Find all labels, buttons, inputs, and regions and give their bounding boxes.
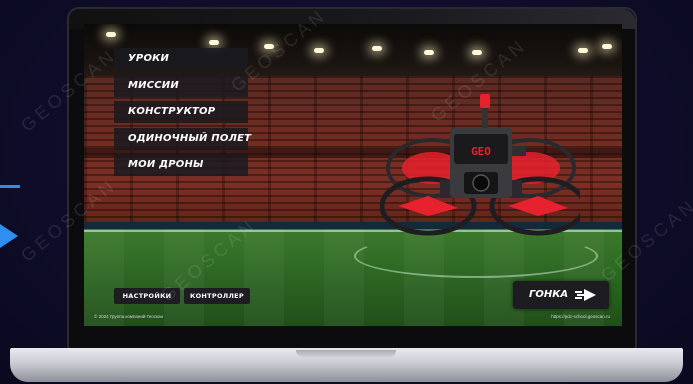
app-screen: УРОКИ МИССИИ КОНСТРУКТОР ОДИНОЧНЫЙ ПОЛЕТ… [84,24,622,326]
menu-item-my-drones[interactable]: МОИ ДРОНЫ [114,154,248,176]
menu-item-single-flight[interactable]: ОДИНОЧНЫЙ ПОЛЕТ [114,127,251,150]
flood-light [372,46,382,51]
flood-light [578,48,588,53]
flood-light [106,32,116,37]
main-menu: УРОКИ МИССИИ КОНСТРУКТОР ОДИНОЧНЫЙ ПОЛЕТ… [114,48,251,181]
drone-image: GEO [380,94,580,236]
arrow-right-icon [575,289,596,301]
race-button-label: ГОНКА [529,289,569,300]
flood-light [424,50,434,55]
menu-item-lessons[interactable]: УРОКИ [114,48,248,70]
drone-prop-front-left [398,196,458,216]
drone-display-text: GEO [471,145,491,158]
settings-button[interactable]: НАСТРОЙКИ [114,288,180,304]
drone-antenna [482,106,488,128]
flood-light [472,50,482,55]
menu-item-constructor[interactable]: КОНСТРУКТОР [114,101,248,123]
controller-button[interactable]: КОНТРОЛЛЕР [184,288,250,304]
race-button[interactable]: ГОНКА [513,281,609,309]
drone-prop-front-right [508,196,568,216]
laptop-base-notch [296,350,396,357]
flood-light [264,44,274,49]
flood-light [602,44,612,49]
side-accent-line [0,185,20,188]
menu-item-missions[interactable]: МИССИИ [114,74,248,97]
footer-url-link[interactable]: https://pdc-school.geoscan.ru [551,314,610,319]
drone-antenna-tip [480,94,490,108]
flood-light [314,48,324,53]
copyright-text: © 2024 Группа компаний Геоскан [94,314,164,319]
drone-connector [512,146,526,156]
pitch-center-arc [354,234,598,278]
play-arrow-icon [0,224,18,248]
flood-light [209,40,219,45]
drone-camera-lens [472,174,490,192]
